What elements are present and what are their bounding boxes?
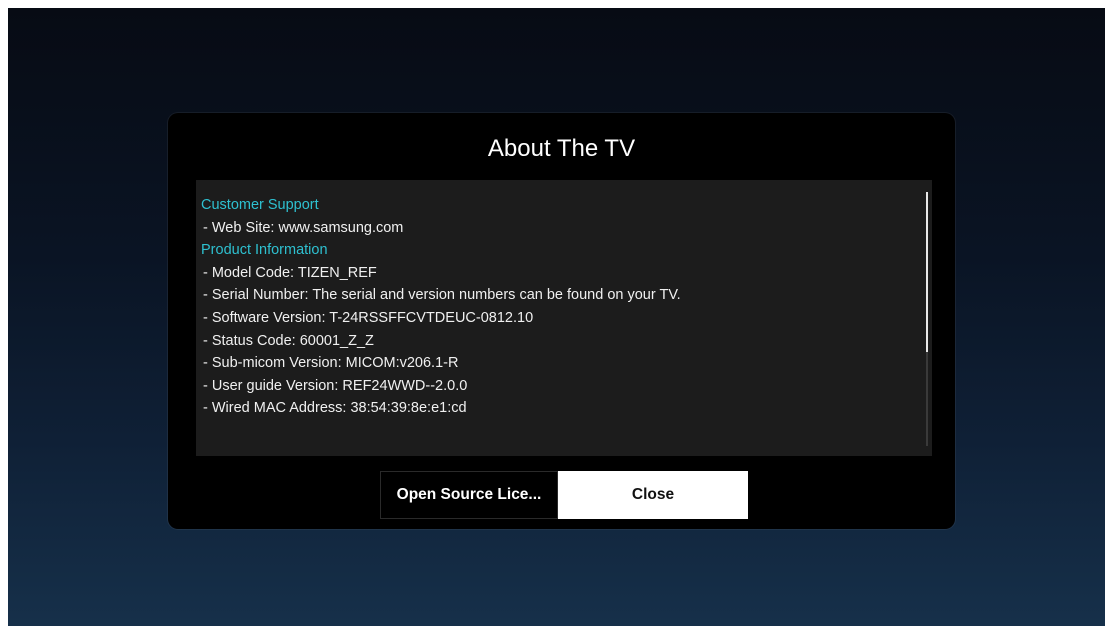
open-source-license-button[interactable]: Open Source Lice... [380, 471, 558, 519]
status-code-item: - Status Code: 60001_Z_Z [203, 332, 374, 349]
user-guide-version-item: - User guide Version: REF24WWD--2.0.0 [203, 377, 468, 394]
software-version-item: - Software Version: T-24RSSFFCVTDEUC-081… [203, 309, 534, 326]
sub-micom-version-item: - Sub-micom Version: MICOM:v206.1-R [203, 355, 459, 372]
web-site-item: - Web Site: www.samsung.com [203, 219, 404, 236]
info-list: Customer Support - Web Site: www.samsung… [201, 194, 681, 420]
scrollbar-track[interactable] [926, 192, 928, 446]
scrollbar-thumb[interactable] [926, 192, 928, 352]
dialog-title: About The TV [487, 135, 636, 162]
tv-screen: About The TV Customer Support - Web Site… [8, 8, 1105, 626]
wired-mac-address-item: - Wired MAC Address: 38:54:39:8e:e1:cd [203, 400, 467, 417]
serial-number-item: - Serial Number: The serial and version … [203, 287, 681, 304]
model-code-item: - Model Code: TIZEN_REF [203, 264, 377, 281]
customer-support-heading: Customer Support [201, 197, 319, 213]
about-tv-dialog: About The TV Customer Support - Web Site… [168, 113, 955, 529]
product-information-heading: Product Information [201, 242, 328, 259]
close-button[interactable]: Close [558, 471, 748, 519]
info-panel[interactable]: Customer Support - Web Site: www.samsung… [196, 180, 932, 456]
